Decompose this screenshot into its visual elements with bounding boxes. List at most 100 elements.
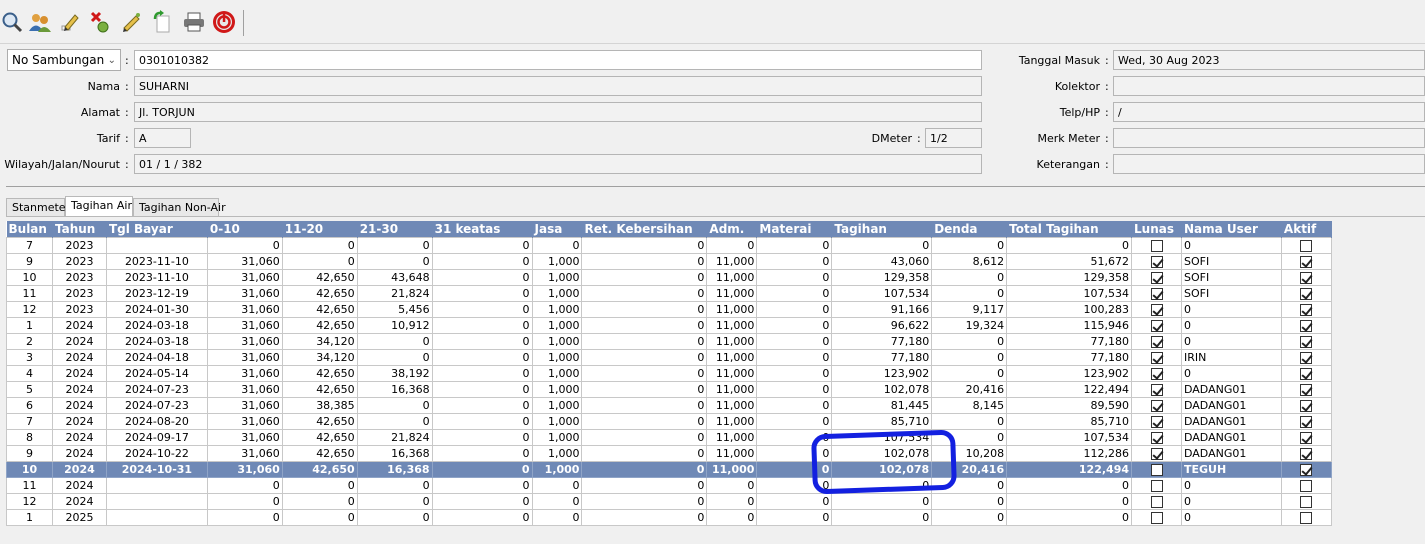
column-header[interactable]: Tgl Bayar <box>106 221 208 237</box>
column-header[interactable]: Materai <box>756 221 833 237</box>
lunas-checkbox[interactable] <box>1150 303 1163 316</box>
aktif-checkbox[interactable] <box>1300 255 1313 268</box>
aktif-checkbox-cell[interactable] <box>1280 284 1333 302</box>
column-header[interactable]: Ret. Kebersihan <box>581 221 708 237</box>
column-header[interactable]: Total Tagihan <box>1006 221 1133 237</box>
lunas-checkbox-cell[interactable] <box>1131 444 1182 462</box>
aktif-checkbox[interactable] <box>1300 335 1313 348</box>
search-icon[interactable] <box>0 8 24 36</box>
aktif-checkbox[interactable] <box>1300 239 1313 252</box>
aktif-checkbox-cell[interactable] <box>1280 444 1333 462</box>
column-header[interactable]: 0-10 <box>207 221 283 237</box>
aktif-checkbox-cell[interactable] <box>1280 332 1333 350</box>
table-row[interactable]: 7 2023 0 0 0 0 0 0 0 0 0 0 0 0 <box>6 236 1333 254</box>
lunas-checkbox[interactable] <box>1150 351 1163 364</box>
lunas-checkbox-cell[interactable] <box>1131 300 1182 318</box>
lunas-checkbox-cell[interactable] <box>1131 252 1182 270</box>
telp-field[interactable]: / <box>1113 102 1425 122</box>
column-header[interactable]: 21-30 <box>357 221 433 237</box>
lunas-checkbox[interactable] <box>1150 415 1163 428</box>
lunas-checkbox[interactable] <box>1150 447 1163 460</box>
aktif-checkbox-cell[interactable] <box>1280 348 1333 366</box>
aktif-checkbox-cell[interactable] <box>1280 428 1333 446</box>
wilayah-field[interactable]: 01 / 1 / 382 <box>134 154 982 174</box>
column-header[interactable]: 11-20 <box>282 221 358 237</box>
lunas-checkbox-cell[interactable] <box>1131 492 1182 510</box>
table-row[interactable]: 10 2024 2024-10-31 31,060 42,650 16,368 0 1,000… <box>6 460 1333 478</box>
column-header[interactable]: Bulan <box>6 221 53 237</box>
aktif-checkbox-cell[interactable] <box>1280 300 1333 318</box>
aktif-checkbox[interactable] <box>1300 367 1313 380</box>
lunas-checkbox[interactable] <box>1150 399 1163 412</box>
aktif-checkbox-cell[interactable] <box>1280 492 1333 510</box>
table-row[interactable]: 2 2024 2024-03-18 31,060 34,120 0 0 1,000 0 11,00… <box>6 332 1333 350</box>
table-row[interactable]: 11 2023 2023-12-19 31,060 42,650 21,824 0 1,000… <box>6 284 1333 302</box>
tab-tagihan-non-air[interactable]: Tagihan Non-Air <box>133 198 226 216</box>
table-row[interactable]: 10 2023 2023-11-10 31,060 42,650 43,648 0 1,000… <box>6 268 1333 286</box>
column-header[interactable]: Aktif <box>1281 221 1333 237</box>
lunas-checkbox[interactable] <box>1150 335 1163 348</box>
lunas-checkbox[interactable] <box>1150 239 1163 252</box>
aktif-checkbox-cell[interactable] <box>1280 364 1333 382</box>
table-row[interactable]: 7 2024 2024-08-20 31,060 42,650 0 0 1,000 0 11,00… <box>6 412 1333 430</box>
column-header[interactable]: Denda <box>931 221 1008 237</box>
aktif-checkbox-cell[interactable] <box>1280 460 1333 478</box>
lunas-checkbox[interactable] <box>1150 319 1163 332</box>
aktif-checkbox-cell[interactable] <box>1280 412 1333 430</box>
table-row[interactable]: 12 2023 2024-01-30 31,060 42,650 5,456 0 1,000 0… <box>6 300 1333 318</box>
lunas-checkbox[interactable] <box>1150 383 1163 396</box>
lunas-checkbox[interactable] <box>1150 495 1163 508</box>
column-header[interactable]: Lunas <box>1131 221 1182 237</box>
aktif-checkbox[interactable] <box>1300 303 1313 316</box>
tarif-field[interactable]: A <box>134 128 191 148</box>
tanggal-masuk-field[interactable]: Wed, 30 Aug 2023 <box>1113 50 1425 70</box>
aktif-checkbox[interactable] <box>1300 383 1313 396</box>
table-row[interactable]: 4 2024 2024-05-14 31,060 42,650 38,192 0 1,000 0… <box>6 364 1333 382</box>
lunas-checkbox[interactable] <box>1150 255 1163 268</box>
table-row[interactable]: 12 2024 0 0 0 0 0 0 0 0 0 0 0 0 <box>6 492 1333 510</box>
aktif-checkbox-cell[interactable] <box>1280 236 1333 254</box>
table-row[interactable]: 11 2024 0 0 0 0 0 0 0 0 0 0 0 0 <box>6 476 1333 494</box>
lunas-checkbox[interactable] <box>1150 287 1163 300</box>
merk-meter-field[interactable] <box>1113 128 1425 148</box>
lunas-checkbox-cell[interactable] <box>1131 284 1182 302</box>
aktif-checkbox-cell[interactable] <box>1280 252 1333 270</box>
no-sambungan-field[interactable]: 0301010382 <box>134 50 982 70</box>
lunas-checkbox[interactable] <box>1150 271 1163 284</box>
table-row[interactable]: 9 2024 2024-10-22 31,060 42,650 16,368 0 1,000 0… <box>6 444 1333 462</box>
refresh-icon[interactable] <box>150 8 174 36</box>
column-header[interactable]: Tagihan <box>831 221 933 237</box>
lunas-checkbox[interactable] <box>1150 463 1163 476</box>
lunas-checkbox-cell[interactable] <box>1131 268 1182 286</box>
dmeter-field[interactable]: 1/2 <box>925 128 982 148</box>
column-header[interactable]: Tahun <box>52 221 107 237</box>
lunas-checkbox[interactable] <box>1150 511 1163 524</box>
tab-stanmeter[interactable]: Stanmeter <box>6 198 70 216</box>
kolektor-field[interactable] <box>1113 76 1425 96</box>
pencil-icon[interactable] <box>119 8 143 36</box>
aktif-checkbox-cell[interactable] <box>1280 508 1333 526</box>
search-type-select[interactable]: No Sambungan ⌄ <box>7 49 121 71</box>
aktif-checkbox[interactable] <box>1300 495 1313 508</box>
keterangan-field[interactable] <box>1113 154 1425 174</box>
aktif-checkbox[interactable] <box>1300 447 1313 460</box>
table-row[interactable]: 6 2024 2024-07-23 31,060 38,385 0 0 1,000 0 11,00… <box>6 396 1333 414</box>
delete-icon[interactable] <box>89 8 113 36</box>
tab-tagihan-air[interactable]: Tagihan Air <box>65 196 133 216</box>
nama-field[interactable]: SUHARNI <box>134 76 982 96</box>
column-header[interactable]: 31 keatas <box>432 221 533 237</box>
table-row[interactable]: 9 2023 2023-11-10 31,060 0 0 0 1,000 0 11,000 0 43,… <box>6 252 1333 270</box>
aktif-checkbox[interactable] <box>1300 511 1313 524</box>
aktif-checkbox[interactable] <box>1300 351 1313 364</box>
lunas-checkbox-cell[interactable] <box>1131 396 1182 414</box>
table-row[interactable]: 3 2024 2024-04-18 31,060 34,120 0 0 1,000 0 11,00… <box>6 348 1333 366</box>
column-header[interactable]: Nama User <box>1181 221 1282 237</box>
lunas-checkbox-cell[interactable] <box>1131 236 1182 254</box>
aktif-checkbox-cell[interactable] <box>1280 476 1333 494</box>
aktif-checkbox-cell[interactable] <box>1280 316 1333 334</box>
lunas-checkbox-cell[interactable] <box>1131 476 1182 494</box>
lunas-checkbox[interactable] <box>1150 367 1163 380</box>
lunas-checkbox-cell[interactable] <box>1131 364 1182 382</box>
lunas-checkbox-cell[interactable] <box>1131 348 1182 366</box>
lunas-checkbox-cell[interactable] <box>1131 460 1182 478</box>
